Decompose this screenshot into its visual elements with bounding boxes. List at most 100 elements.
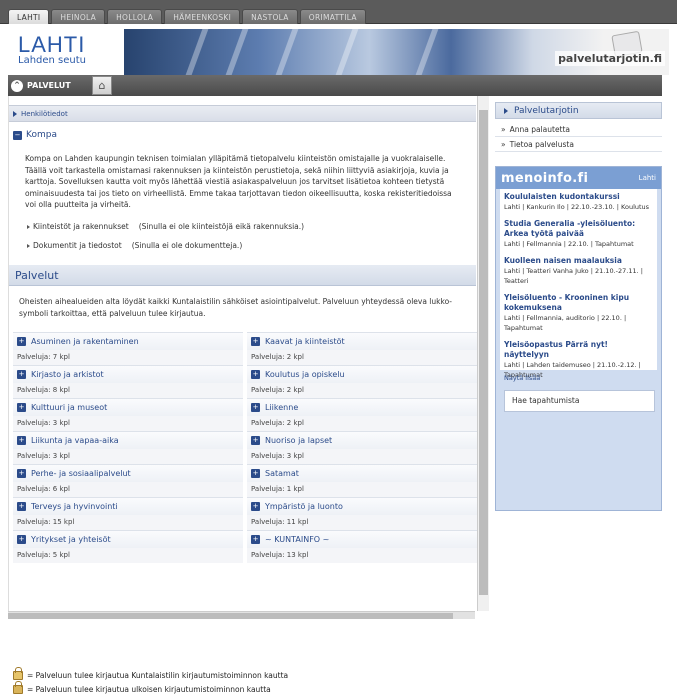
sidebar: Palvelutarjotin » Anna palautetta » Tiet… (495, 96, 662, 611)
service-item[interactable]: + Liikunta ja vapaa-aika Palveluja: 3 kpl (13, 431, 243, 464)
event-title[interactable]: Yleisöluento - Krooninen kipu kokemuksen… (504, 293, 653, 313)
vertical-scrollbar[interactable] (477, 96, 489, 611)
service-header[interactable]: + Liikunta ja vapaa-aika (13, 432, 243, 449)
service-name[interactable]: Satamat (265, 469, 299, 478)
expand-icon: + (251, 370, 260, 379)
service-header[interactable]: + Kaavat ja kiinteistöt (247, 333, 477, 350)
service-item[interactable]: + Nuoriso ja lapset Palveluja: 3 kpl (247, 431, 477, 464)
menoinfo-logo[interactable]: menoinfo.fi (501, 171, 588, 186)
banner-image: palvelutarjotin.fi (124, 29, 669, 75)
arrow-icon (504, 107, 508, 114)
tab-hämeenkoski[interactable]: HÄMEENKOSKI (164, 9, 241, 24)
service-name[interactable]: Kaavat ja kiinteistöt (265, 337, 345, 346)
lahti-logo[interactable]: LAHTI Lahden seutu (18, 34, 128, 70)
expand-icon: + (17, 370, 26, 379)
sidebar-item-palaute[interactable]: » Anna palautetta (495, 122, 662, 137)
legend-row: = Palveluun tulee kirjautua ulkoisen kir… (13, 680, 288, 696)
service-header[interactable]: + Koulutus ja opiskelu (247, 366, 477, 383)
tab-hollola[interactable]: HOLLOLA (107, 9, 163, 24)
service-count: Palveluja: 6 kpl (13, 482, 243, 497)
service-header[interactable]: + Asuminen ja rakentaminen (13, 333, 243, 350)
service-name[interactable]: Kirjasto ja arkistot (31, 370, 104, 379)
expand-icon: + (251, 436, 260, 445)
service-name[interactable]: Liikenne (265, 403, 298, 412)
service-count: Palveluja: 13 kpl (247, 548, 477, 563)
service-item[interactable]: + ~ KUNTAINFO ~ Palveluja: 13 kpl (247, 530, 477, 563)
service-header[interactable]: + Liikenne (247, 399, 477, 416)
henkilotiedot-section[interactable]: Henkilötiedot (9, 105, 476, 122)
menoinfo-header: menoinfo.fi Lahti (496, 167, 661, 189)
service-header[interactable]: + Perhe- ja sosiaalipalvelut (13, 465, 243, 482)
service-count: Palveluja: 2 kpl (247, 416, 477, 431)
expand-icon: + (17, 502, 26, 511)
tab-lahti[interactable]: LAHTI (8, 9, 50, 24)
tab-nastola[interactable]: NASTOLA (242, 9, 298, 24)
palvelut-button[interactable]: ⌃ PALVELUT (11, 77, 77, 94)
service-name[interactable]: Perhe- ja sosiaalipalvelut (31, 469, 131, 478)
service-item[interactable]: + Yritykset ja yhteisöt Palveluja: 5 kpl (13, 530, 243, 563)
tab-orimattila[interactable]: ORIMATTILA (299, 9, 366, 24)
service-count: Palveluja: 3 kpl (247, 449, 477, 464)
home-icon[interactable]: ⌂ (92, 76, 112, 95)
search-events-button[interactable]: Hae tapahtumista (504, 390, 655, 412)
event-list: Koululaisten kudontakurssi Lahti | Kankur… (500, 189, 657, 379)
legend-text: = Palveluun tulee kirjautua Kuntalaistil… (27, 670, 289, 680)
service-header[interactable]: + ~ KUNTAINFO ~ (247, 531, 477, 548)
service-item[interactable]: + Liikenne Palveluja: 2 kpl (247, 398, 477, 431)
event-title[interactable]: Koululaisten kudontakurssi (504, 192, 653, 202)
event-title[interactable]: Studia Generalia -yleisöluento: Arkea ty… (504, 219, 653, 239)
palvelut-title: Palvelut (9, 265, 476, 286)
service-item[interactable]: + Koulutus ja opiskelu Palveluja: 2 kpl (247, 365, 477, 398)
service-item[interactable]: + Perhe- ja sosiaalipalvelut Palveluja: 6 … (13, 464, 243, 497)
service-item[interactable]: + Kulttuuri ja museot Palveluja: 3 kpl (13, 398, 243, 431)
service-name[interactable]: ~ KUNTAINFO ~ (265, 535, 329, 544)
kompa-description: Kompa on Lahden kaupungin teknisen toimi… (25, 154, 452, 209)
service-name[interactable]: Kulttuuri ja museot (31, 403, 107, 412)
service-item[interactable]: + Terveys ja hyvinvointi Palveluja: 15 kpl (13, 497, 243, 530)
link-label: Kiinteistöt ja rakennukset (33, 222, 129, 231)
service-header[interactable]: + Kirjasto ja arkistot (13, 366, 243, 383)
service-header[interactable]: + Yritykset ja yhteisöt (13, 531, 243, 548)
service-header[interactable]: + Terveys ja hyvinvointi (13, 498, 243, 515)
service-name[interactable]: Koulutus ja opiskelu (265, 370, 345, 379)
tab-heinola[interactable]: HEINOLA (51, 9, 106, 24)
event-item[interactable]: Yleisöluento - Krooninen kipu kokemuksen… (504, 293, 653, 333)
service-name[interactable]: Liikunta ja vapaa-aika (31, 436, 119, 445)
service-name[interactable]: Nuoriso ja lapset (265, 436, 332, 445)
kompa-section[interactable]: − Kompa (9, 126, 476, 144)
expand-icon: + (17, 403, 26, 412)
kompa-link-dokumentit[interactable]: Dokumentit ja tiedostot (Sinulla ei ole … (27, 241, 242, 250)
horizontal-scrollbar[interactable] (8, 611, 475, 619)
service-name[interactable]: Asuminen ja rakentaminen (31, 337, 139, 346)
service-item[interactable]: + Satamat Palveluja: 1 kpl (247, 464, 477, 497)
service-name[interactable]: Ympäristö ja luonto (265, 502, 343, 511)
service-item[interactable]: + Kaavat ja kiinteistöt Palveluja: 2 kpl (247, 332, 477, 365)
scroll-thumb[interactable] (8, 613, 453, 619)
expand-icon: + (17, 469, 26, 478)
expand-icon: + (17, 337, 26, 346)
event-item[interactable]: Kuolleen naisen maalauksia Lahti | Teatte… (504, 256, 653, 286)
service-count: Palveluja: 3 kpl (13, 416, 243, 431)
legend-row: = Palveluun tulee kirjautua Kuntalaistil… (13, 666, 289, 682)
event-title[interactable]: Yleisöopastus Pärrä nyt! näyttelyyn (504, 340, 653, 360)
palvelutarjotin-title[interactable]: Palvelutarjotin (495, 102, 662, 119)
service-header[interactable]: + Nuoriso ja lapset (247, 432, 477, 449)
service-header[interactable]: + Ympäristö ja luonto (247, 498, 477, 515)
service-item[interactable]: + Ympäristö ja luonto Palveluja: 11 kpl (247, 497, 477, 530)
logo-small: Lahden seutu (18, 55, 87, 66)
event-title[interactable]: Kuolleen naisen maalauksia (504, 256, 653, 266)
kompa-link-kiinteistot[interactable]: Kiinteistöt ja rakennukset (Sinulla ei o… (27, 222, 304, 231)
palvelut-intro: Oheisten aihealueiden alta löydät kaikki… (19, 297, 452, 318)
event-item[interactable]: Studia Generalia -yleisöluento: Arkea ty… (504, 219, 653, 249)
top-bar: LAHTI HEINOLA HOLLOLA HÄMEENKOSKI NASTOLA ORI… (0, 0, 677, 24)
expand-icon: + (251, 469, 260, 478)
service-header[interactable]: + Satamat (247, 465, 477, 482)
service-item[interactable]: + Kirjasto ja arkistot Palveluja: 8 kpl (13, 365, 243, 398)
event-item[interactable]: Koululaisten kudontakurssi Lahti | Kankur… (504, 192, 653, 212)
service-name[interactable]: Yritykset ja yhteisöt (31, 535, 111, 544)
service-name[interactable]: Terveys ja hyvinvointi (31, 502, 118, 511)
scroll-thumb[interactable] (479, 110, 488, 595)
service-header[interactable]: + Kulttuuri ja museot (13, 399, 243, 416)
service-item[interactable]: + Asuminen ja rakentaminen Palveluja: 7 kp… (13, 332, 243, 365)
sidebar-item-tietoa[interactable]: » Tietoa palvelusta (495, 137, 662, 152)
